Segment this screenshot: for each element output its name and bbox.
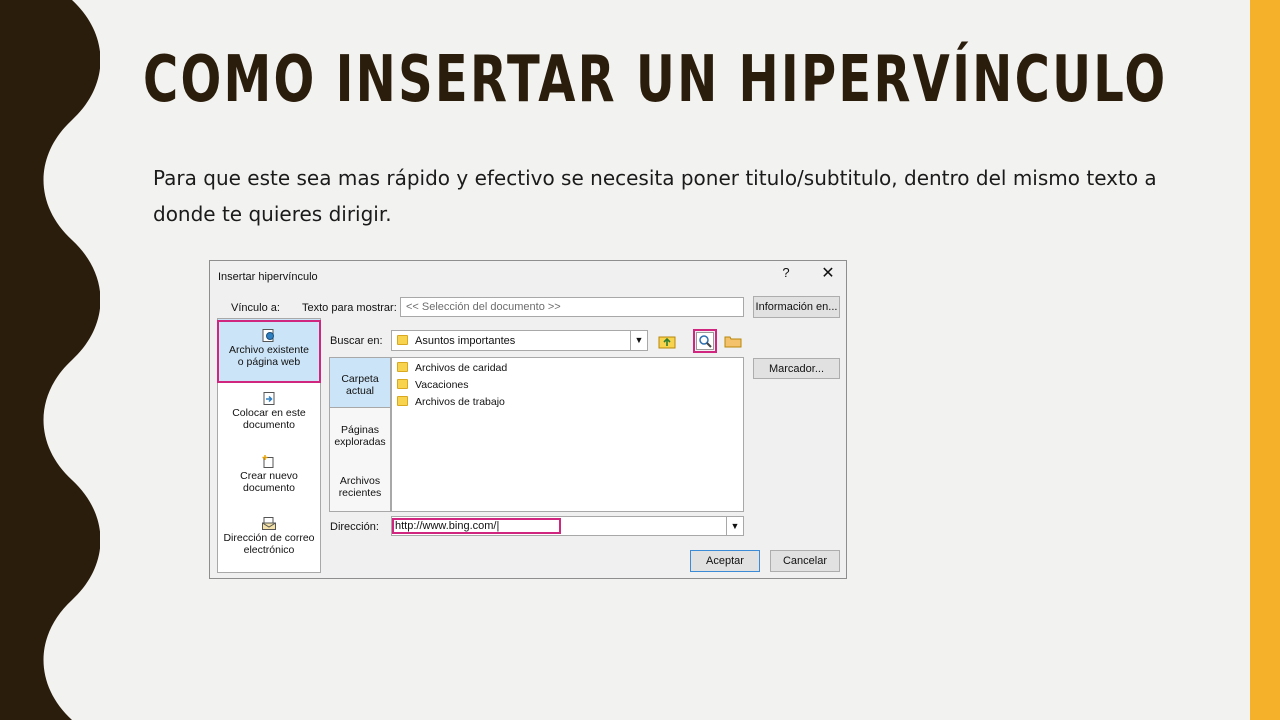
browse-file-icon [724,336,742,348]
tab-label-line2: actual [345,385,375,397]
list-item[interactable]: Archivos de caridad [397,362,507,374]
link-option-label-line2: documento [243,482,295,494]
browse-web-highlight [693,329,717,353]
link-to-label: Vínculo a: [231,302,280,314]
close-icon: ✕ [821,265,835,282]
tab-label-line2: exploradas [334,436,386,448]
up-folder-button[interactable] [657,331,677,351]
folder-icon [397,335,408,345]
link-option-label-line1: Colocar en este [232,407,306,419]
up-folder-icon [658,336,676,349]
existing-file-highlight [217,320,321,383]
right-accent-bar [1250,0,1280,720]
look-in-select[interactable]: Asuntos importantes ▼ [391,330,648,351]
chevron-down-icon: ▼ [630,331,647,350]
link-option-label-line2: documento [243,419,295,431]
tab-recent-files[interactable]: Archivos recientes [330,475,390,499]
link-option-new-document[interactable]: Crear nuevo documento [218,455,320,494]
folder-icon [397,396,408,406]
slide-body-text: Para que este sea mas rápido y efectivo … [153,166,1157,226]
text-to-display-label: Texto para mostrar: [302,302,397,314]
screentip-button[interactable]: Información en... [753,296,840,318]
tab-label-line2: recientes [338,487,382,499]
close-button[interactable]: ✕ [818,263,838,283]
address-highlight [392,518,561,534]
browse-file-button[interactable] [723,331,743,351]
link-option-place-in-document[interactable]: Colocar en este documento [218,392,320,431]
text-to-display-input[interactable]: << Selección del documento >> [400,297,744,317]
left-wavy-shape [0,0,100,720]
browse-tabs: Carpeta actual Páginas exploradas Archivos… [329,357,391,512]
slide-title: COMO INSERTAR UN HIPERVÍNCULO [143,43,1168,117]
tab-label-line1: Archivos [339,475,381,487]
chevron-down-icon: ▼ [726,517,743,535]
dialog-title: Insertar hipervínculo [218,271,318,283]
folder-icon [397,362,408,372]
tab-current-folder[interactable]: Carpeta actual [330,373,390,397]
list-item-label: Archivos de trabajo [415,396,505,408]
folder-icon [397,379,408,389]
look-in-label: Buscar en: [330,335,383,347]
list-item-label: Vacaciones [415,379,469,391]
email-address-icon [262,517,276,530]
address-label: Dirección: [330,521,379,533]
list-item[interactable]: Vacaciones [397,379,469,391]
link-option-label-line2: electrónico [243,544,295,556]
tab-label-line1: Carpeta [341,373,379,385]
tab-browsed-pages[interactable]: Páginas exploradas [330,424,390,448]
tab-label-line1: Páginas [341,424,379,436]
list-item[interactable]: Archivos de trabajo [397,396,505,408]
list-item-label: Archivos de caridad [415,362,508,374]
link-option-email-address[interactable]: Dirección de correo electrónico [218,517,320,556]
bookmark-button[interactable]: Marcador... [753,358,840,379]
link-option-label-line1: Dirección de correo [223,532,315,544]
place-in-document-icon [263,392,275,405]
cancel-button[interactable]: Cancelar [770,550,840,572]
link-option-label-line1: Crear nuevo [240,470,298,482]
new-document-icon [262,455,274,468]
file-list: Archivos de caridad Vacaciones Archivos … [391,357,744,512]
help-button[interactable]: ? [778,265,794,283]
ok-button[interactable]: Aceptar [690,550,760,572]
insert-hyperlink-dialog: Insertar hipervínculo ? ✕ Vínculo a: Tex… [209,260,847,579]
left-wavy-border [0,0,100,720]
look-in-value: Asuntos importantes [415,335,516,347]
